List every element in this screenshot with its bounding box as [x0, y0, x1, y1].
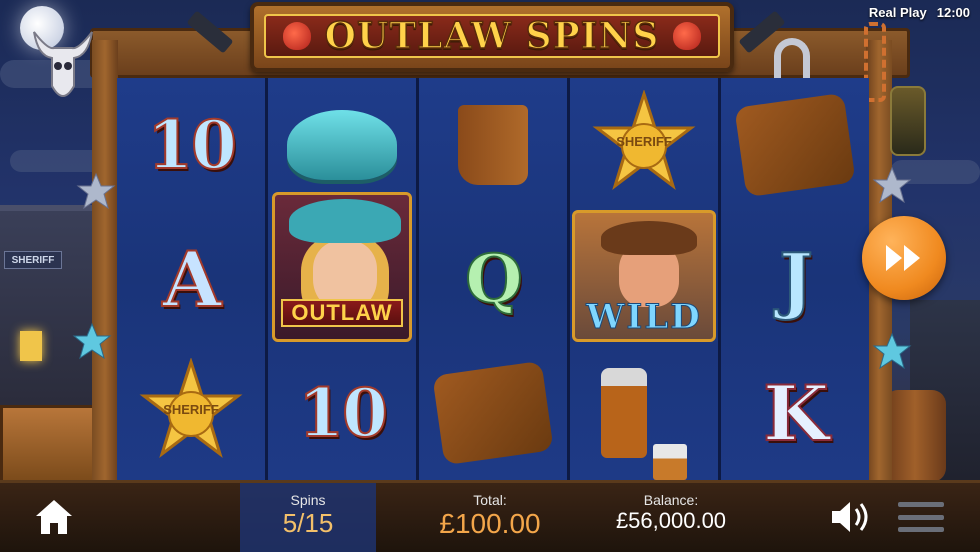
horseshoe-icon [774, 38, 810, 78]
symbol-ten: 10 [297, 373, 389, 453]
fast-forward-icon [886, 245, 920, 271]
bull-skull-icon [33, 31, 93, 97]
play-mode: Real Play [868, 5, 927, 20]
reel-2: 10 OUTLAW [268, 78, 416, 480]
reel-cell: 10 [117, 78, 265, 212]
reel-3: Q [419, 78, 567, 480]
building-sign: SHERIFF [4, 251, 62, 269]
gun-holster-icon [734, 92, 856, 198]
free-spins-counter: Spins 5/15 [240, 492, 376, 539]
reel-cell: A [117, 212, 265, 346]
barrel-icon [884, 390, 946, 482]
spins-value: 5/15 [282, 508, 334, 538]
menu-icon-bar [898, 527, 944, 532]
gun-holster-icon [432, 360, 554, 466]
whiskey-glass-icon [653, 444, 687, 480]
reel-grid: 10 A SHERIFF 10 OUTLAW Q SHERIFF WILD J … [117, 78, 869, 480]
wild-symbol: WILD [572, 210, 716, 342]
spins-label: Spins [290, 492, 326, 508]
sheriff-badge-symbol: SHERIFF [589, 89, 699, 200]
badge-label: SHERIFF [163, 402, 219, 417]
reel-cell [419, 346, 567, 480]
menu-icon-bar [898, 514, 944, 520]
balance-label: Balance: [643, 492, 699, 508]
reel-5: J K [721, 78, 869, 480]
volume-icon[interactable] [830, 498, 874, 536]
outlaw-label: OUTLAW [281, 299, 403, 327]
reel-cell: 10 [268, 346, 416, 480]
moneybag-icon [673, 22, 702, 50]
lit-window [20, 331, 42, 361]
outlaw-scatter-symbol: OUTLAW [272, 192, 412, 342]
symbol-ten: 10 [146, 105, 238, 185]
balance: Balance: £56,000.00 [606, 492, 736, 534]
menu-button[interactable] [898, 502, 944, 532]
reel-cell [721, 78, 869, 212]
total-value: £100.00 [439, 508, 541, 539]
cowboy-hat-icon [289, 199, 401, 243]
badge-label: SHERIFF [616, 134, 672, 149]
sheriff-star-icon [872, 332, 912, 370]
turbo-spin-button[interactable] [862, 216, 946, 300]
sheriff-star-icon [872, 166, 912, 204]
sheriff-star-icon [72, 322, 112, 360]
home-icon[interactable] [34, 498, 74, 536]
reel-1: 10 A SHERIFF [117, 78, 265, 480]
symbol-a: A [162, 234, 223, 325]
symbol-k: K [762, 368, 830, 459]
game-title: OUTLAW SPINS [324, 14, 660, 58]
reel-cell: Q [419, 212, 567, 346]
menu-icon-bar [898, 502, 944, 507]
reel-cell [570, 346, 718, 480]
clock: 12:00 [936, 5, 970, 20]
sheriff-building: SHERIFF [0, 205, 95, 415]
sheriff-star-icon [76, 172, 116, 210]
moneybag-icon [282, 22, 311, 50]
reel-cell [419, 78, 567, 212]
reel-cell: SHERIFF [570, 78, 718, 212]
lantern-icon [890, 86, 926, 156]
reel-cell: SHERIFF [117, 346, 265, 480]
sheriff-badge-symbol: SHERIFF [136, 357, 246, 468]
reel-cell: K [721, 346, 869, 480]
cowboy-hat-icon [287, 110, 397, 180]
symbol-q: Q [464, 239, 523, 319]
symbol-j: J [778, 236, 814, 323]
cowboy-boots-icon [458, 105, 528, 185]
whiskey-bottle-icon [601, 368, 647, 458]
wild-label: WILD [586, 297, 702, 338]
cowboy-hat-icon [601, 221, 697, 255]
total-win: Total: £100.00 [420, 492, 560, 540]
balance-value: £56,000.00 [615, 508, 727, 533]
reel-frame-post [92, 40, 118, 490]
reel-cell: J [721, 212, 869, 346]
total-label: Total: [473, 492, 507, 508]
reel-4: SHERIFF WILD [570, 78, 718, 480]
game-title-sign: OUTLAW SPINS [250, 2, 734, 72]
status-bar: Real Play 12:00 [869, 5, 970, 20]
